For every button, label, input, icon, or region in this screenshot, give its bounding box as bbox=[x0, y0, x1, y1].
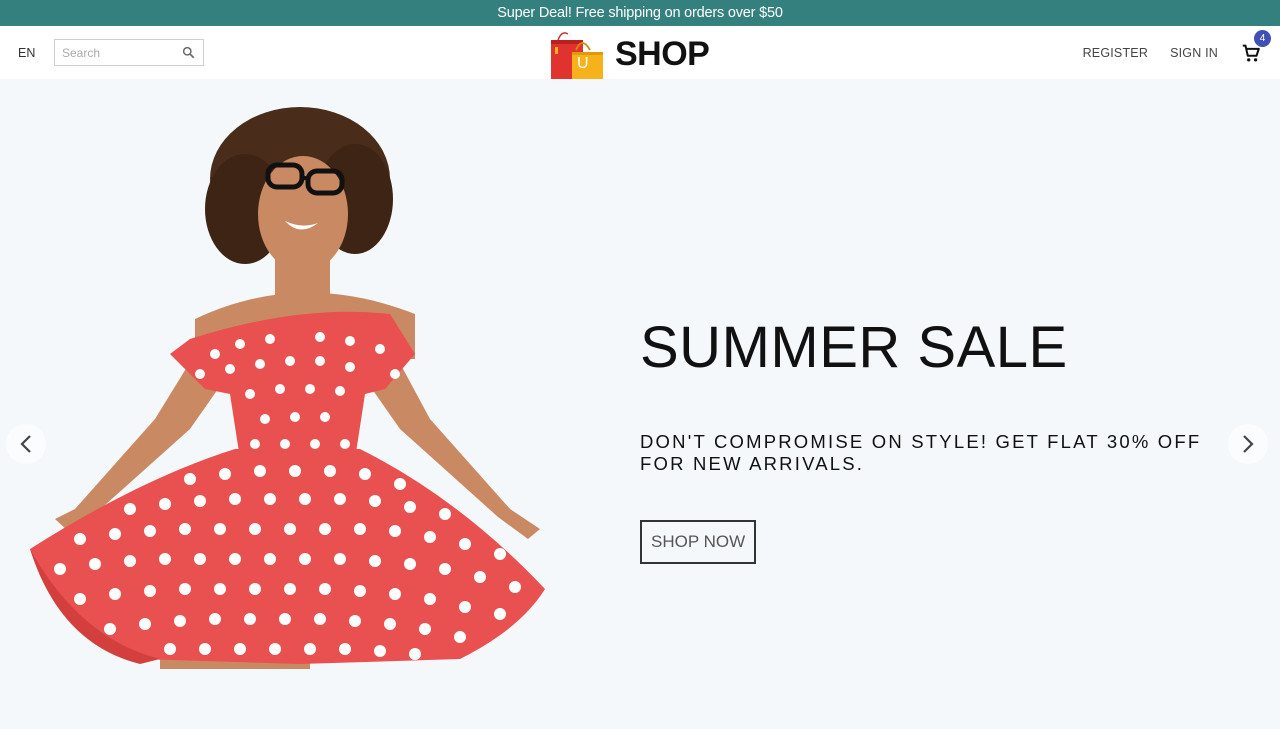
chevron-right-icon bbox=[1243, 435, 1254, 453]
hero-image bbox=[30, 107, 545, 669]
hero-subtitle: DON'T COMPROMISE ON STYLE! GET FLAT 30% … bbox=[640, 431, 1202, 474]
navbar: EN U SHOP REGISTER SIGN IN bbox=[0, 26, 1280, 79]
hero-title: SUMMER SALE bbox=[640, 315, 1068, 380]
search-box bbox=[54, 39, 204, 66]
language-selector[interactable]: EN bbox=[18, 46, 54, 60]
search-icon[interactable] bbox=[182, 46, 195, 59]
hero-carousel: SUMMER SALE DON'T COMPROMISE ON STYLE! G… bbox=[0, 79, 1280, 729]
announcement-text: Super Deal! Free shipping on orders over… bbox=[497, 5, 783, 21]
shop-now-button[interactable]: SHOP NOW bbox=[640, 520, 757, 564]
cart-button[interactable]: 4 bbox=[1240, 29, 1271, 64]
hero-content: SUMMER SALE DON'T COMPROMISE ON STYLE! G… bbox=[640, 319, 1220, 564]
logo-bag-letter: U bbox=[577, 55, 589, 72]
announcement-bar: Super Deal! Free shipping on orders over… bbox=[0, 0, 1280, 26]
search-input[interactable] bbox=[62, 45, 180, 60]
register-link[interactable]: REGISTER bbox=[1083, 46, 1149, 60]
logo[interactable]: U SHOP bbox=[550, 30, 710, 79]
chevron-left-icon bbox=[20, 435, 31, 453]
signin-link[interactable]: SIGN IN bbox=[1170, 46, 1218, 60]
nav-right: REGISTER SIGN IN 4 bbox=[1061, 29, 1271, 64]
carousel-next-button[interactable] bbox=[1228, 424, 1268, 464]
carousel-prev-button[interactable] bbox=[6, 424, 46, 464]
brand-name: SHOP bbox=[615, 35, 710, 73]
cart-count-badge: 4 bbox=[1254, 29, 1271, 47]
